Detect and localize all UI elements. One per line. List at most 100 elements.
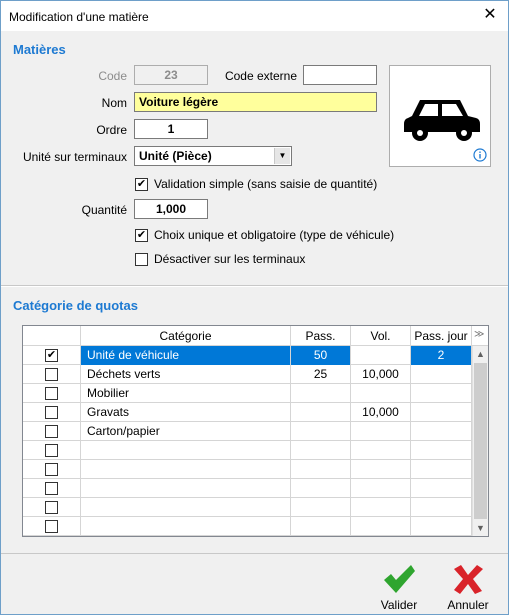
table-row[interactable] <box>23 441 472 460</box>
row-vol[interactable] <box>351 346 411 365</box>
row-pass-jour[interactable] <box>411 441 472 460</box>
row-checkbox-cell[interactable] <box>23 384 81 403</box>
header-pass-jour[interactable]: Pass. jour <box>411 326 472 346</box>
scroll-down-icon[interactable]: ▼ <box>473 520 488 536</box>
row-categorie[interactable] <box>81 460 291 479</box>
header-check <box>23 326 81 346</box>
row-categorie[interactable] <box>81 498 291 517</box>
row-categorie[interactable] <box>81 441 291 460</box>
table-row[interactable]: Déchets verts 25 10,000 <box>23 365 472 384</box>
quantite-field[interactable]: 1,000 <box>134 199 208 219</box>
material-image-box[interactable] <box>389 65 491 167</box>
row-checkbox-cell[interactable] <box>23 422 81 441</box>
info-icon[interactable] <box>473 148 487 162</box>
desactiver-checkbox[interactable] <box>135 253 148 266</box>
row-categorie[interactable]: Unité de véhicule <box>81 346 291 365</box>
validation-simple-checkbox[interactable]: ✔ <box>135 178 148 191</box>
row-checkbox[interactable] <box>45 501 58 514</box>
row-pass-jour[interactable] <box>411 384 472 403</box>
unite-select[interactable]: Unité (Pièce) ▼ <box>134 146 292 166</box>
row-categorie[interactable] <box>81 517 291 536</box>
row-pass[interactable] <box>291 517 351 536</box>
table-row[interactable] <box>23 460 472 479</box>
row-checkbox[interactable] <box>45 482 58 495</box>
row-pass-jour[interactable] <box>411 365 472 384</box>
code-label: Code <box>98 69 127 83</box>
row-checkbox[interactable]: ✔ <box>45 349 58 362</box>
scroll-up-icon[interactable]: ▲ <box>473 346 488 362</box>
table-row[interactable] <box>23 498 472 517</box>
row-checkbox-cell[interactable] <box>23 517 81 536</box>
row-checkbox-cell[interactable] <box>23 460 81 479</box>
valider-button[interactable]: Valider <box>377 563 421 612</box>
grid-header: Catégorie Pass. Vol. Pass. jour ≫ <box>23 326 488 346</box>
row-categorie[interactable] <box>81 479 291 498</box>
column-chooser-icon[interactable]: ≫ <box>474 329 484 340</box>
row-vol[interactable] <box>351 479 411 498</box>
row-pass[interactable] <box>291 460 351 479</box>
row-pass[interactable] <box>291 384 351 403</box>
row-pass[interactable] <box>291 403 351 422</box>
row-pass-jour[interactable] <box>411 460 472 479</box>
row-checkbox[interactable] <box>45 406 58 419</box>
row-vol[interactable] <box>351 460 411 479</box>
row-pass-jour[interactable] <box>411 403 472 422</box>
row-vol[interactable] <box>351 441 411 460</box>
row-pass[interactable] <box>291 479 351 498</box>
row-pass-jour[interactable] <box>411 422 472 441</box>
row-checkbox-cell[interactable]: ✔ <box>23 346 81 365</box>
row-categorie[interactable]: Déchets verts <box>81 365 291 384</box>
table-row[interactable]: Gravats 10,000 <box>23 403 472 422</box>
row-pass-jour[interactable]: 2 <box>411 346 472 365</box>
header-vol[interactable]: Vol. <box>351 326 411 346</box>
row-checkbox[interactable] <box>45 368 58 381</box>
scroll-thumb[interactable] <box>474 363 487 519</box>
row-vol[interactable] <box>351 422 411 441</box>
row-vol[interactable] <box>351 384 411 403</box>
row-vol[interactable]: 10,000 <box>351 365 411 384</box>
row-vol[interactable]: 10,000 <box>351 403 411 422</box>
row-checkbox-cell[interactable] <box>23 498 81 517</box>
row-checkbox[interactable] <box>45 463 58 476</box>
row-checkbox-cell[interactable] <box>23 403 81 422</box>
row-checkbox-cell[interactable] <box>23 479 81 498</box>
row-categorie[interactable]: Mobilier <box>81 384 291 403</box>
ordre-field[interactable]: 1 <box>134 119 208 139</box>
row-checkbox[interactable] <box>45 387 58 400</box>
header-pass[interactable]: Pass. <box>291 326 351 346</box>
row-pass[interactable]: 50 <box>291 346 351 365</box>
table-row[interactable] <box>23 479 472 498</box>
nom-field[interactable]: Voiture légère <box>134 92 377 112</box>
row-vol[interactable] <box>351 517 411 536</box>
code-externe-field[interactable] <box>303 65 377 85</box>
table-row[interactable]: Mobilier <box>23 384 472 403</box>
row-checkbox[interactable] <box>45 520 58 533</box>
row-categorie[interactable]: Gravats <box>81 403 291 422</box>
quotas-grid[interactable]: Catégorie Pass. Vol. Pass. jour ≫ ✔ Unité… <box>22 325 489 537</box>
choix-unique-checkbox[interactable]: ✔ <box>135 229 148 242</box>
row-categorie[interactable]: Carton/papier <box>81 422 291 441</box>
row-pass-jour[interactable] <box>411 479 472 498</box>
chevron-down-icon[interactable]: ▼ <box>274 148 290 164</box>
table-row[interactable]: ✔ Unité de véhicule 50 2 <box>23 346 472 365</box>
table-row[interactable] <box>23 517 472 536</box>
row-pass[interactable]: 25 <box>291 365 351 384</box>
vertical-scrollbar[interactable]: ▲ ▼ <box>472 346 488 536</box>
footer-divider <box>1 553 508 554</box>
row-pass[interactable] <box>291 441 351 460</box>
row-pass[interactable] <box>291 422 351 441</box>
annuler-button[interactable]: Annuler <box>446 563 490 612</box>
row-checkbox[interactable] <box>45 444 58 457</box>
table-row[interactable]: Carton/papier <box>23 422 472 441</box>
close-icon[interactable]: ✕ <box>480 5 500 25</box>
row-checkbox[interactable] <box>45 425 58 438</box>
row-pass[interactable] <box>291 498 351 517</box>
validation-simple-label: Validation simple (sans saisie de quanti… <box>154 177 378 191</box>
row-checkbox-cell[interactable] <box>23 365 81 384</box>
header-categorie[interactable]: Catégorie <box>81 326 291 346</box>
row-vol[interactable] <box>351 498 411 517</box>
window-title: Modification d'une matière <box>9 10 149 24</box>
row-pass-jour[interactable] <box>411 498 472 517</box>
row-pass-jour[interactable] <box>411 517 472 536</box>
row-checkbox-cell[interactable] <box>23 441 81 460</box>
